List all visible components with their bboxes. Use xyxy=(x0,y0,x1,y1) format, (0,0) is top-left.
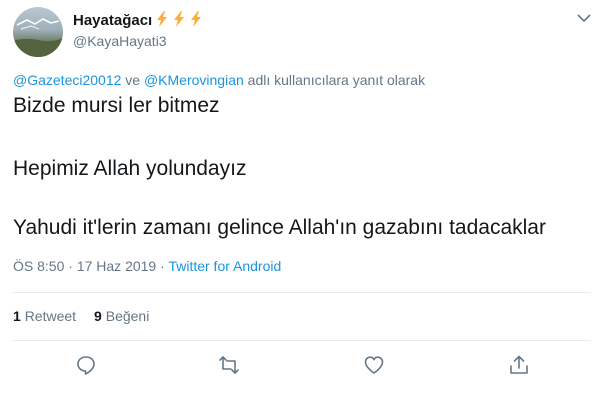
user-handle[interactable]: @KayaHayati3 xyxy=(73,33,167,50)
mention-link[interactable]: @KMerovingian xyxy=(144,72,244,88)
tweet-time[interactable]: ÖS 8:50 xyxy=(13,258,64,274)
display-name[interactable]: Hayatağacı xyxy=(73,11,204,30)
reply-suffix: adlı kullanıcılara yanıt olarak xyxy=(243,72,426,88)
tweet-source-link[interactable]: Twitter for Android xyxy=(168,258,281,274)
tweet-text-line: Bizde mursi ler bitmez xyxy=(13,94,220,117)
reply-icon xyxy=(77,356,95,375)
retweet-label: Retweet xyxy=(24,308,77,324)
mention-link[interactable]: @Gazeteci20012 xyxy=(13,72,121,88)
meta-separator: · xyxy=(156,258,169,274)
tweet-text-line: Yahudi it'lerin zamanı gelince Allah'ın … xyxy=(13,216,546,239)
tweet-card: Hayatağacı @KayaHayati3 @Gazeteci20012 v… xyxy=(0,0,600,403)
tweet-metadata: ÖS 8:50 · 17 Haz 2019 · Twitter for Andr… xyxy=(13,258,281,275)
tweet-text-line: Hepimiz Allah yolundayız xyxy=(13,157,247,180)
meta-separator: · xyxy=(64,258,77,274)
reply-button[interactable] xyxy=(75,354,97,376)
high-voltage-emoji xyxy=(157,11,168,27)
high-voltage-emoji xyxy=(174,11,185,27)
chevron-down-icon[interactable] xyxy=(576,12,592,24)
tweet-date[interactable]: 17 Haz 2019 xyxy=(77,258,156,274)
high-voltage-emoji xyxy=(191,11,202,27)
share-button[interactable] xyxy=(508,354,530,376)
like-count-link[interactable]: 9 Beğeni xyxy=(94,308,149,324)
like-label: Beğeni xyxy=(105,308,150,324)
like-button[interactable] xyxy=(363,354,385,376)
divider xyxy=(13,292,591,293)
retweet-icon xyxy=(219,356,239,374)
divider xyxy=(13,340,591,341)
display-name-text: Hayatağacı xyxy=(73,12,153,29)
avatar[interactable] xyxy=(13,7,63,57)
reply-connector: ve xyxy=(121,72,144,88)
retweet-button[interactable] xyxy=(218,354,240,376)
retweet-count: 1 xyxy=(13,308,21,324)
share-icon xyxy=(510,355,528,374)
retweet-count-link[interactable]: 1 Retweet xyxy=(13,308,76,324)
like-icon xyxy=(364,356,384,374)
like-count: 9 xyxy=(94,308,102,324)
reply-context: @Gazeteci20012 ve @KMerovingian adlı kul… xyxy=(13,72,425,89)
tweet-stats: 1 Retweet 9 Beğeni xyxy=(13,308,149,325)
